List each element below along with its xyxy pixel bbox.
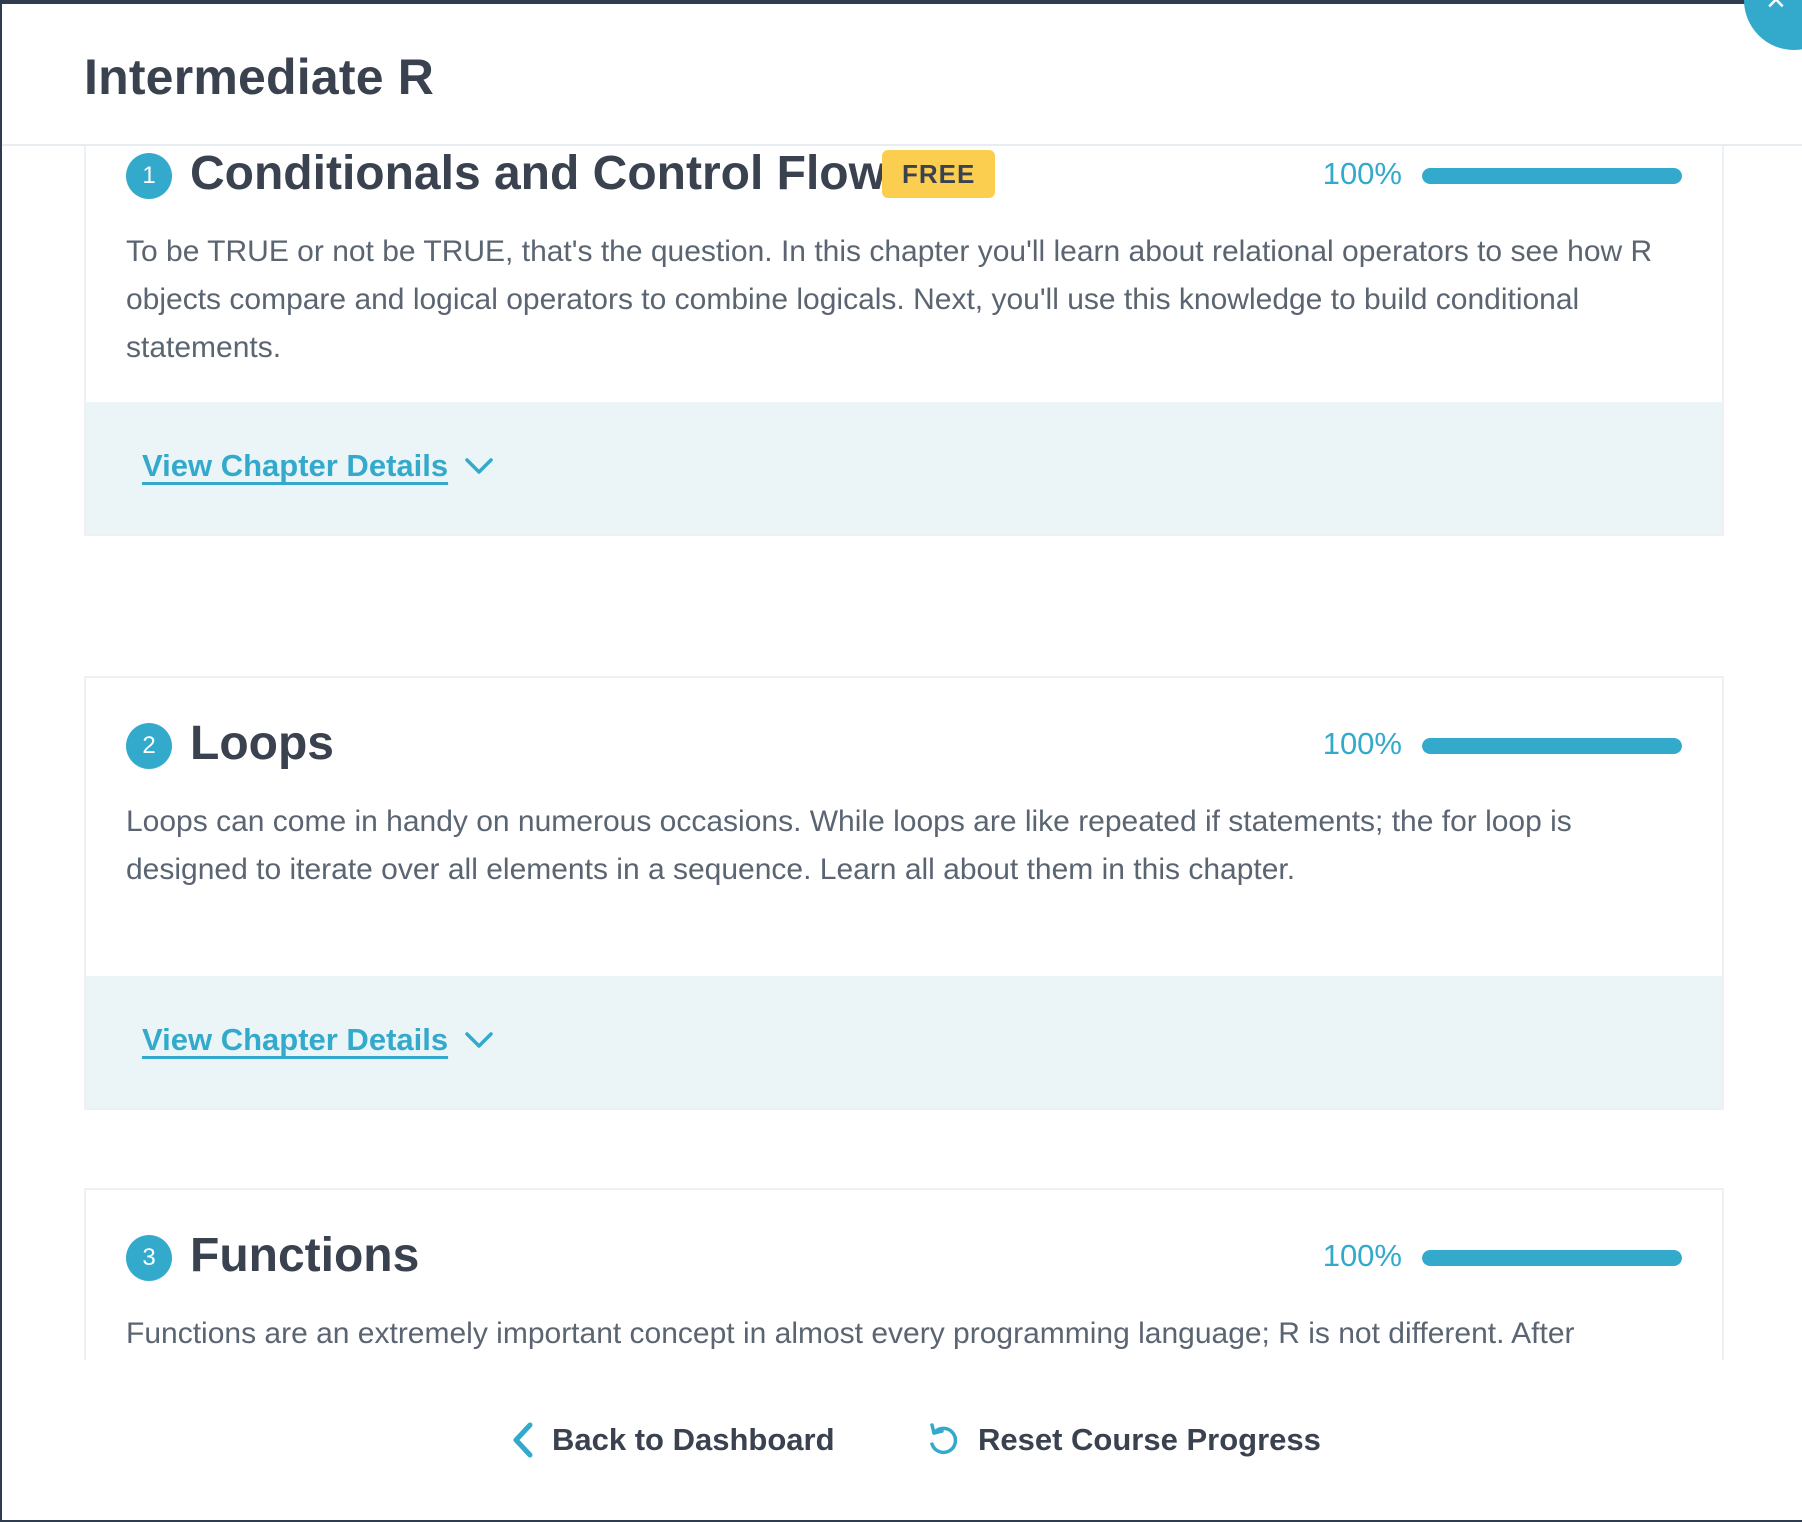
progress-percent: 100%: [1322, 156, 1402, 191]
chapter-card-1: 1 Conditionals and Control Flow FREE 100…: [84, 146, 1724, 536]
chapter-header: 1 Conditionals and Control Flow FREE 100…: [126, 147, 1682, 208]
progress-fill: [1422, 168, 1682, 184]
reset-icon: [926, 1422, 960, 1458]
progress-bar: [1422, 1250, 1682, 1266]
chapter-description: Functions are an extremely important con…: [126, 1317, 1575, 1350]
progress-bar: [1422, 738, 1682, 754]
chapter-description: Loops can come in handy on numerous occa…: [126, 805, 1572, 886]
view-chapter-details-link[interactable]: View Chapter Details: [142, 1022, 494, 1058]
course-modal: Intermediate R 1 Conditionals and Contro…: [0, 0, 1802, 1522]
course-title: Intermediate R: [84, 49, 435, 105]
free-badge: FREE: [882, 150, 996, 198]
chapter-number-badge: 3: [126, 1235, 172, 1281]
progress-fill: [1422, 738, 1682, 754]
chapter-title: Functions: [190, 1229, 420, 1282]
chapter-details-bar: View Chapter Details: [86, 402, 1722, 534]
progress-fill: [1422, 1250, 1682, 1266]
chapter-number-badge: 1: [126, 153, 172, 199]
chevron-left-icon: [512, 1422, 534, 1458]
chapter-number-badge: 2: [126, 723, 172, 769]
back-to-dashboard-button[interactable]: Back to Dashboard: [512, 1422, 835, 1458]
chapter-header: 3 Functions 100%: [126, 1229, 1682, 1290]
chapter-description: To be TRUE or not be TRUE, that's the qu…: [126, 235, 1653, 364]
chapter-title: Loops: [190, 717, 334, 770]
progress-bar: [1422, 168, 1682, 184]
chapter-card-2: 2 Loops 100% Loops can come in handy on …: [84, 676, 1724, 1110]
view-chapter-details-label: View Chapter Details: [142, 1022, 449, 1057]
chapter-title: Conditionals and Control Flow: [190, 147, 886, 200]
modal-footer: Back to Dashboard Reset Course Progress: [2, 1360, 1802, 1520]
chapter-header: 2 Loops 100%: [126, 717, 1682, 778]
close-icon: ×: [1766, 0, 1786, 19]
view-chapter-details-label: View Chapter Details: [142, 448, 449, 483]
view-chapter-details-link[interactable]: View Chapter Details: [142, 448, 494, 484]
progress-percent: 100%: [1322, 1238, 1402, 1273]
back-to-dashboard-label: Back to Dashboard: [552, 1422, 835, 1457]
reset-course-progress-label: Reset Course Progress: [978, 1422, 1321, 1457]
reset-course-progress-button[interactable]: Reset Course Progress: [926, 1422, 1321, 1458]
modal-header: Intermediate R: [2, 4, 1802, 146]
chapter-details-bar: View Chapter Details: [86, 976, 1722, 1108]
chapter-card-3: 3 Functions 100% Functions are an extrem…: [84, 1188, 1724, 1364]
chevron-down-icon: [465, 1032, 493, 1048]
chevron-down-icon: [465, 458, 493, 474]
progress-percent: 100%: [1322, 726, 1402, 761]
chapter-list[interactable]: 1 Conditionals and Control Flow FREE 100…: [2, 146, 1802, 1364]
